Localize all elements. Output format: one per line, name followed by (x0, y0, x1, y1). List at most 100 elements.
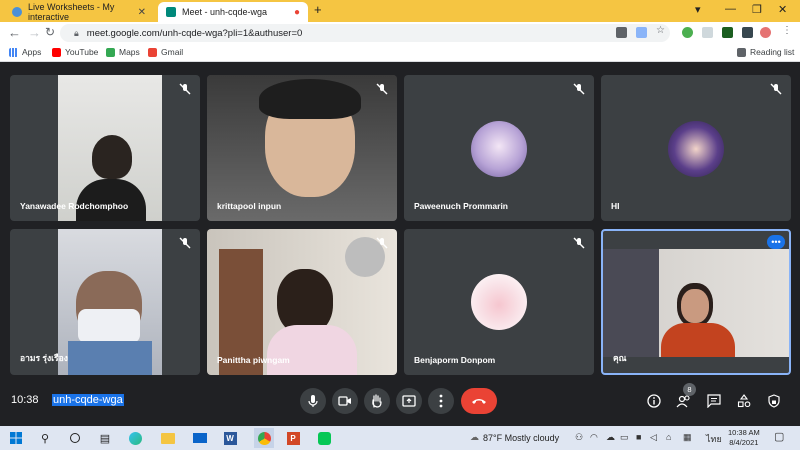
reload-icon[interactable]: ↻ (45, 25, 55, 39)
tab-search-icon[interactable]: ▾ (695, 3, 701, 16)
bookmarks-bar: Apps YouTube Maps Gmail Reading list (0, 44, 800, 62)
participant-name: Paweenuch Prommarin (414, 201, 509, 211)
search-icon[interactable]: ⚲ (37, 430, 53, 446)
cloud-sync-icon[interactable]: ☁ (606, 432, 615, 443)
raise-hand-button[interactable] (364, 388, 390, 414)
word-icon[interactable]: W (222, 430, 238, 446)
self-video (603, 249, 789, 357)
more-options-button[interactable] (428, 388, 454, 414)
mic-off-icon (770, 83, 782, 95)
translate-icon[interactable] (636, 27, 647, 38)
puzzle-icon[interactable] (742, 27, 753, 38)
tab-meet[interactable]: Meet - unh-cqde-wga ● (158, 2, 308, 22)
address-bar[interactable]: 🔒︎ meet.google.com/unh-cqde-wga?pli=1&au… (60, 24, 670, 42)
participant-name: HI (611, 201, 620, 211)
person-icon[interactable]: ⚇ (575, 432, 583, 443)
clock-time: 10:38 AM (728, 428, 760, 437)
cloud-icon: ☁ (470, 432, 479, 442)
menu-icon[interactable]: ⋮ (782, 25, 793, 36)
task-view-icon[interactable] (67, 430, 83, 446)
battery-icon[interactable]: ▭ (620, 432, 629, 443)
present-screen-button[interactable] (396, 388, 422, 414)
browser-toolbar: ← → ↻ 🔒︎ meet.google.com/unh-cqde-wga?pl… (0, 22, 800, 44)
profile-avatar[interactable] (760, 27, 771, 38)
bookmark-youtube[interactable]: YouTube (52, 47, 98, 57)
forward-icon[interactable]: → (28, 25, 41, 40)
info-icon (647, 394, 661, 408)
powerpoint-icon[interactable]: P (285, 430, 301, 446)
tab-title: Meet - unh-cqde-wga (182, 7, 268, 17)
input-language[interactable]: ไทย (706, 432, 722, 446)
host-controls-button[interactable] (765, 392, 783, 410)
bookmark-maps[interactable]: Maps (106, 47, 140, 57)
avatar (471, 274, 527, 330)
chrome-icon[interactable] (254, 428, 274, 448)
browser-tab-strip: Live Worksheets - My interactive ✕ Meet … (0, 0, 800, 22)
wifi-icon[interactable]: ◠ (590, 432, 598, 443)
activities-icon (737, 394, 751, 408)
participant-name: krittapool inpun (217, 201, 282, 211)
lock-icon: 🔒︎ (74, 27, 79, 38)
windows-start-icon[interactable] (8, 430, 24, 446)
volume-icon[interactable]: ◁ (650, 432, 657, 443)
participant-tile[interactable]: Yanawadee Rodchomphoo (10, 75, 200, 221)
extension-icon[interactable] (682, 27, 693, 38)
bookmark-gmail[interactable]: Gmail (148, 47, 183, 57)
chat-icon (707, 394, 721, 408)
extension-icon[interactable] (722, 27, 733, 38)
close-window-icon[interactable]: ✕ (778, 3, 787, 16)
participant-tile[interactable]: อามร รุ่งเรือง (10, 229, 200, 375)
edge-icon[interactable] (127, 430, 143, 446)
microphone-icon (308, 395, 318, 407)
participant-tile[interactable]: Paweenuch Prommarin (404, 75, 594, 221)
participant-tile[interactable]: Benjaporm Donpom (404, 229, 594, 375)
participant-tile[interactable]: HI (601, 75, 791, 221)
camera-icon[interactable] (616, 27, 627, 38)
participant-video (58, 75, 162, 221)
system-clock[interactable]: 10:38 AM 8/4/2021 (728, 428, 760, 448)
apps-grid-icon (9, 47, 18, 57)
weather-text: 87°F Mostly cloudy (483, 432, 560, 443)
network-icon[interactable]: ⌂ (666, 432, 671, 442)
self-view-tile[interactable]: ••• คุณ (601, 229, 791, 375)
minimize-icon[interactable]: — (725, 3, 736, 15)
meeting-time: 10:38 (11, 394, 39, 406)
recording-dot-icon[interactable]: ● (294, 7, 300, 18)
new-tab-button[interactable]: + (314, 2, 322, 17)
notifications-icon[interactable]: ▢ (774, 430, 784, 443)
more-vert-icon (439, 394, 443, 408)
mail-icon[interactable] (192, 430, 208, 446)
present-screen-icon (402, 395, 416, 407)
microphone-button[interactable] (300, 388, 326, 414)
tab-close-icon[interactable]: ✕ (138, 7, 146, 18)
file-explorer-icon[interactable] (160, 430, 176, 446)
tab-live-worksheets[interactable]: Live Worksheets - My interactive ✕ (4, 2, 154, 22)
reading-list-button[interactable]: Reading list (737, 47, 794, 57)
participant-video (207, 229, 397, 375)
widgets-icon[interactable]: ▤ (97, 430, 113, 446)
bookmark-apps[interactable]: Apps (9, 47, 41, 57)
star-icon[interactable]: ☆ (656, 25, 667, 36)
participant-tile[interactable]: Panittha piwngam (207, 229, 397, 375)
end-call-button[interactable] (461, 388, 497, 414)
globe-icon (12, 7, 22, 17)
restore-icon[interactable]: ❐ (752, 3, 762, 16)
mic-off-icon (179, 83, 191, 95)
mic-off-icon (179, 237, 191, 249)
line-icon[interactable] (316, 430, 332, 446)
meeting-details-button[interactable] (645, 392, 663, 410)
chat-button[interactable] (705, 392, 723, 410)
keyboard-icon[interactable]: ▦ (683, 432, 692, 443)
activities-button[interactable] (735, 392, 753, 410)
extension-icon[interactable] (702, 27, 713, 38)
phone-hangup-icon (472, 399, 486, 404)
participant-tile[interactable]: krittapool inpun (207, 75, 397, 221)
meeting-code[interactable]: unh-cqde-wga (52, 394, 124, 406)
weather-widget[interactable]: ☁ 87°F Mostly cloudy (470, 432, 559, 443)
more-options-button[interactable]: ••• (767, 235, 785, 249)
back-icon[interactable]: ← (8, 25, 21, 40)
camera-tray-icon[interactable]: ■ (636, 432, 641, 442)
video-camera-icon (338, 396, 351, 406)
reading-list-label: Reading list (750, 47, 795, 57)
camera-button[interactable] (332, 388, 358, 414)
